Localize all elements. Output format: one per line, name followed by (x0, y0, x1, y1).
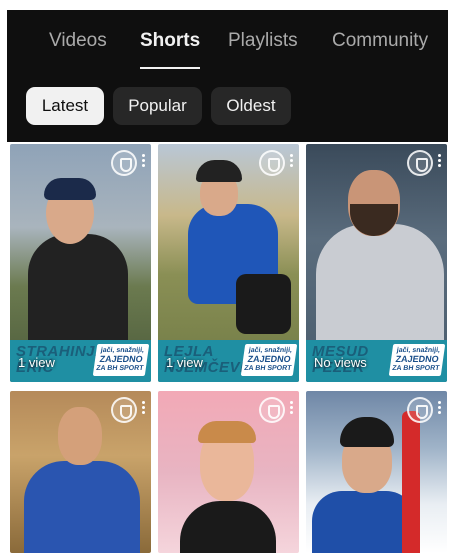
person-figure (28, 234, 128, 344)
tab-playlists[interactable]: Playlists (228, 30, 298, 52)
goggles (44, 178, 96, 200)
channel-tabs: Videos Shorts Playlists Community (7, 10, 448, 70)
short-card[interactable] (10, 391, 151, 553)
sort-chips: Latest Popular Oldest (7, 87, 448, 127)
active-tab-indicator (140, 67, 200, 69)
more-options-icon[interactable] (290, 401, 293, 415)
more-options-icon[interactable] (142, 401, 145, 415)
short-card[interactable]: STRAHINJA ERIĆ jači, snažniji, ZAJEDNO ZA B… (10, 144, 151, 382)
chip-latest[interactable]: Latest (26, 87, 104, 125)
shorts-grid: STRAHINJA ERIĆ jači, snažniji, ZAJEDNO ZA B… (7, 142, 448, 553)
campaign-tag: jači, snažniji, ZAJEDNO ZA BH SPORT (388, 344, 446, 376)
more-options-icon[interactable] (438, 401, 441, 415)
channel-logo-icon (407, 397, 433, 423)
short-card[interactable]: MESUD PEZER jači, snažniji, ZAJEDNO ZA BH S… (306, 144, 447, 382)
campaign-tag: jači, snažniji, ZAJEDNO ZA BH SPORT (92, 344, 150, 376)
short-card[interactable] (158, 391, 299, 553)
helmet (196, 160, 242, 182)
channel-logo-icon (259, 150, 285, 176)
channel-logo-icon (407, 150, 433, 176)
person-figure (24, 461, 140, 553)
channel-logo-icon (259, 397, 285, 423)
view-count: No views (314, 355, 367, 370)
channel-logo-icon (111, 150, 137, 176)
more-options-icon[interactable] (142, 154, 145, 168)
short-card[interactable]: LEJLA NJEMČEVIĆ jači, snažniji, ZAJEDNO ZA … (158, 144, 299, 382)
chip-oldest[interactable]: Oldest (211, 87, 291, 125)
chip-popular[interactable]: Popular (113, 87, 202, 125)
tab-community[interactable]: Community (332, 30, 428, 52)
short-card[interactable] (306, 391, 447, 553)
person-face (58, 407, 102, 465)
hair (198, 421, 256, 443)
view-count: 1 view (166, 355, 203, 370)
person-figure (316, 224, 444, 354)
person-figure (312, 491, 416, 553)
more-options-icon[interactable] (438, 154, 441, 168)
shorts (236, 274, 291, 334)
tab-shorts[interactable]: Shorts (140, 30, 200, 52)
tab-videos[interactable]: Videos (49, 30, 107, 52)
campaign-tag: jači, snažniji, ZAJEDNO ZA BH SPORT (240, 344, 298, 376)
more-options-icon[interactable] (290, 154, 293, 168)
channel-logo-icon (111, 397, 137, 423)
channel-shorts-page: Videos Shorts Playlists Community Latest… (7, 10, 448, 553)
ski (402, 411, 420, 553)
view-count: 1 view (18, 355, 55, 370)
